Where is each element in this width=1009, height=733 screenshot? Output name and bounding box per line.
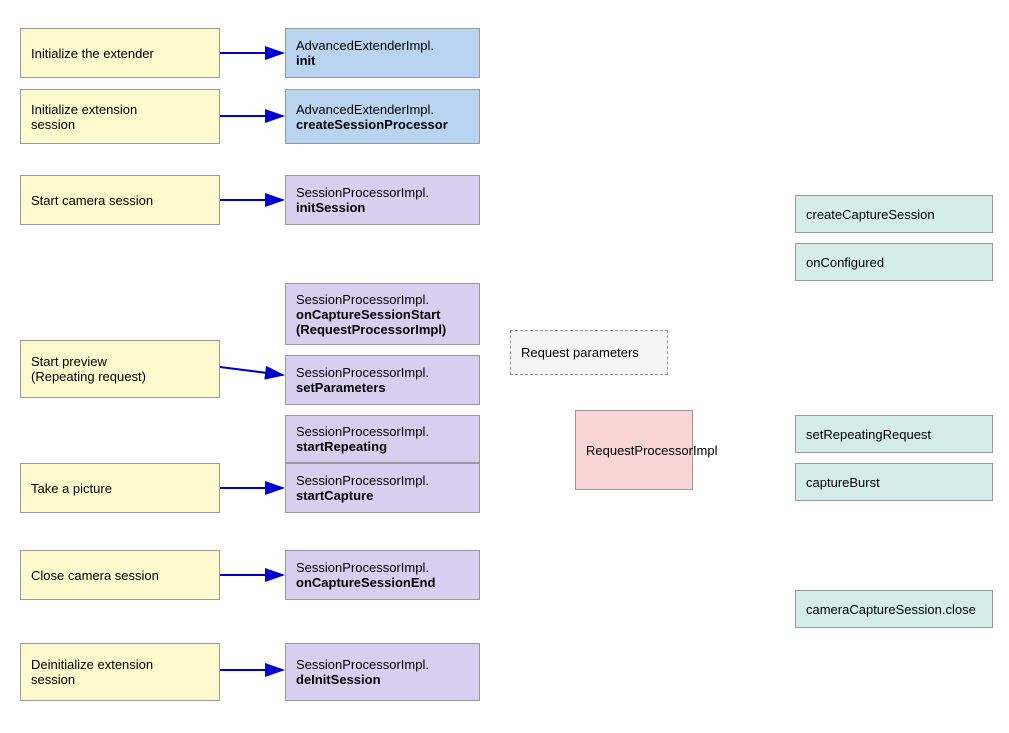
green-box-4: captureBurst	[795, 463, 993, 501]
yellow-label-2: Initialize extensionsession	[31, 102, 209, 132]
blue-label-2b: createSessionProcessor	[296, 117, 469, 132]
purple-box-5: SessionProcessorImpl. startCapture	[285, 463, 480, 513]
purple-box-2: SessionProcessorImpl. onCaptureSessionSt…	[285, 283, 480, 345]
yellow-label-5: Take a picture	[31, 481, 209, 496]
yellow-box-7: Deinitialize extensionsession	[20, 643, 220, 701]
pink-box-1: RequestProcessorImpl	[575, 410, 693, 490]
purple-box-6: SessionProcessorImpl. onCaptureSessionEn…	[285, 550, 480, 600]
blue-box-2: AdvancedExtenderImpl. createSessionProce…	[285, 89, 480, 144]
blue-label-1b: init	[296, 53, 469, 68]
yellow-box-2: Initialize extensionsession	[20, 89, 220, 144]
green-label-4: captureBurst	[806, 475, 982, 490]
yellow-box-4: Start preview(Repeating request)	[20, 340, 220, 398]
purple-box-7: SessionProcessorImpl. deInitSession	[285, 643, 480, 701]
purple-label-1a: SessionProcessorImpl.	[296, 185, 469, 200]
purple-label-7b: deInitSession	[296, 672, 469, 687]
blue-box-1: AdvancedExtenderImpl. init	[285, 28, 480, 78]
green-label-1: createCaptureSession	[806, 207, 982, 222]
green-box-2: onConfigured	[795, 243, 993, 281]
dashed-label-1: Request parameters	[521, 345, 657, 360]
green-label-5: cameraCaptureSession.close	[806, 602, 982, 617]
purple-label-7a: SessionProcessorImpl.	[296, 657, 469, 672]
purple-label-1b: initSession	[296, 200, 469, 215]
yellow-label-1: Initialize the extender	[31, 46, 209, 61]
blue-label-1a: AdvancedExtenderImpl.	[296, 38, 469, 53]
purple-box-4: SessionProcessorImpl. startRepeating	[285, 415, 480, 463]
yellow-label-6: Close camera session	[31, 568, 209, 583]
yellow-box-6: Close camera session	[20, 550, 220, 600]
purple-label-3b: setParameters	[296, 380, 469, 395]
green-label-3: setRepeatingRequest	[806, 427, 982, 442]
yellow-label-4: Start preview(Repeating request)	[31, 354, 209, 384]
purple-label-4b: startRepeating	[296, 439, 469, 454]
diagram: Initialize the extender Initialize exten…	[0, 0, 1009, 733]
yellow-label-3: Start camera session	[31, 193, 209, 208]
yellow-box-3: Start camera session	[20, 175, 220, 225]
purple-box-3: SessionProcessorImpl. setParameters	[285, 355, 480, 405]
green-label-2: onConfigured	[806, 255, 982, 270]
yellow-box-1: Initialize the extender	[20, 28, 220, 78]
pink-label-1: RequestProcessorImpl	[586, 443, 682, 458]
purple-box-1: SessionProcessorImpl. initSession	[285, 175, 480, 225]
purple-label-2a: SessionProcessorImpl.	[296, 292, 469, 307]
green-box-3: setRepeatingRequest	[795, 415, 993, 453]
purple-label-6a: SessionProcessorImpl.	[296, 560, 469, 575]
yellow-box-5: Take a picture	[20, 463, 220, 513]
green-box-1: createCaptureSession	[795, 195, 993, 233]
purple-label-6b: onCaptureSessionEnd	[296, 575, 469, 590]
purple-label-2b: onCaptureSessionStart(RequestProcessorIm…	[296, 307, 469, 337]
green-box-5: cameraCaptureSession.close	[795, 590, 993, 628]
dashed-box-1: Request parameters	[510, 330, 668, 375]
purple-label-4a: SessionProcessorImpl.	[296, 424, 469, 439]
purple-label-3a: SessionProcessorImpl.	[296, 365, 469, 380]
purple-label-5a: SessionProcessorImpl.	[296, 473, 469, 488]
yellow-label-7: Deinitialize extensionsession	[31, 657, 209, 687]
blue-label-2a: AdvancedExtenderImpl.	[296, 102, 469, 117]
purple-label-5b: startCapture	[296, 488, 469, 503]
